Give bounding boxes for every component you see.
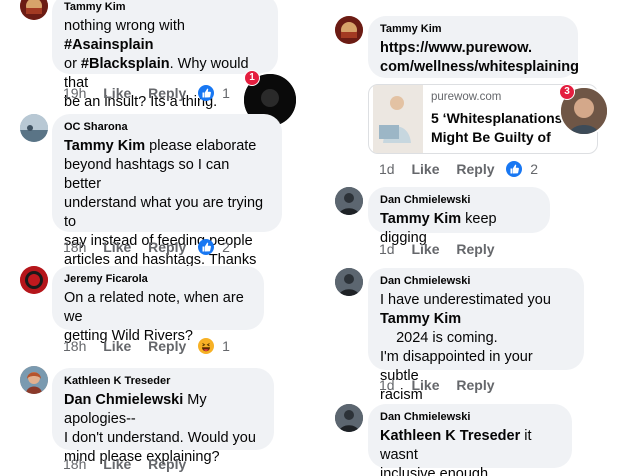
like-button[interactable]: Like	[411, 161, 439, 177]
notification-badge: 3	[559, 84, 575, 100]
avatar[interactable]	[20, 0, 48, 20]
comment-bubble: Dan Chmielewski Tammy Kim keep digging	[368, 187, 550, 246]
reply-button[interactable]: Reply	[148, 456, 186, 472]
reply-button[interactable]: Reply	[456, 161, 494, 177]
comment-actions: 18h Like Reply 2	[63, 238, 230, 256]
comment-bubble: Tammy Kim https://www.purewow. com/welln…	[368, 16, 579, 78]
like-reaction-icon[interactable]	[198, 85, 215, 102]
reaction-count: 2	[530, 161, 539, 178]
comment-actions: 18h Like Reply 1	[63, 337, 230, 355]
reaction-count: 1	[222, 338, 230, 355]
avatar[interactable]	[335, 404, 363, 432]
comment-author[interactable]: Dan Chmielewski	[380, 411, 560, 424]
comment-text: https://www.purewow. com/wellness/whites…	[380, 39, 579, 77]
comment-actions: 19h Like Reply 1	[63, 84, 230, 102]
comment-actions: 1d Like Reply	[379, 240, 508, 257]
comment-bubble: Tammy Kim nothing wrong with #Asainsplai…	[52, 0, 278, 110]
reaction-count: 1	[222, 85, 230, 102]
haha-reaction-icon[interactable]	[198, 338, 215, 355]
comment-bubble: Kathleen K Treseder Dan Chmielewski My a…	[52, 368, 274, 465]
reply-button[interactable]: Reply	[148, 239, 186, 255]
comment-time[interactable]: 18h	[63, 239, 86, 255]
like-button[interactable]: Like	[103, 85, 131, 101]
comment-author[interactable]: Tammy Kim	[64, 1, 266, 14]
avatar[interactable]	[20, 266, 48, 294]
comment-author[interactable]: OC Sharona	[64, 121, 270, 134]
like-button[interactable]: Like	[411, 377, 439, 393]
avatar[interactable]	[335, 187, 363, 215]
hashtag-link[interactable]: #Blacksplain	[81, 56, 170, 72]
comment-time[interactable]: 1d	[379, 241, 395, 257]
mention-link[interactable]: Tammy Kim	[380, 311, 461, 327]
reaction-count: 2	[222, 239, 230, 256]
comment-actions: 1d Like Reply 2	[379, 160, 539, 178]
like-button[interactable]: Like	[103, 338, 131, 354]
comment-bubble: Dan Chmielewski Kathleen K Treseder it w…	[368, 404, 572, 476]
like-reaction-icon[interactable]	[506, 161, 523, 178]
comment-author[interactable]: Kathleen K Treseder	[64, 375, 262, 388]
mention-link[interactable]: Dan Chmielewski	[64, 392, 183, 408]
avatar[interactable]	[335, 268, 363, 296]
comment-bubble: Jeremy Ficarola On a related note, when …	[52, 266, 264, 344]
avatar[interactable]	[335, 16, 363, 44]
comment-time[interactable]: 1d	[379, 377, 395, 393]
notification-badge: 1	[244, 70, 260, 86]
avatar[interactable]	[20, 114, 48, 142]
avatar[interactable]	[20, 366, 48, 394]
reply-button[interactable]: Reply	[148, 85, 186, 101]
reply-button[interactable]: Reply	[456, 377, 494, 393]
mention-link[interactable]: Tammy Kim	[64, 138, 145, 154]
reply-button[interactable]: Reply	[456, 241, 494, 257]
like-reaction-icon[interactable]	[198, 239, 215, 256]
mention-link[interactable]: Kathleen K Treseder	[380, 428, 520, 444]
like-button[interactable]: Like	[103, 456, 131, 472]
comment-bubble: Dan Chmielewski I have underestimated yo…	[368, 268, 584, 403]
comment-author[interactable]: Dan Chmielewski	[380, 275, 572, 288]
url-link[interactable]: com/wellness/whitesplaining	[380, 59, 579, 75]
mention-link[interactable]: Tammy Kim	[380, 211, 461, 227]
reply-button[interactable]: Reply	[148, 338, 186, 354]
link-preview-thumbnail	[373, 85, 423, 153]
comment-time[interactable]: 1d	[379, 161, 395, 177]
link-domain: purewow.com	[431, 91, 502, 103]
comment-actions: 1d Like Reply	[379, 376, 508, 393]
comment-author[interactable]: Tammy Kim	[380, 23, 566, 36]
comment-author[interactable]: Dan Chmielewski	[380, 194, 538, 207]
url-link[interactable]: https://www.purewow.	[380, 40, 532, 56]
like-button[interactable]: Like	[411, 241, 439, 257]
comment-time[interactable]: 18h	[63, 338, 86, 354]
comment-author[interactable]: Jeremy Ficarola	[64, 273, 252, 286]
hashtag-link[interactable]: #Asainsplain	[64, 37, 153, 53]
comment-time[interactable]: 19h	[63, 85, 86, 101]
comment-time[interactable]: 18h	[63, 456, 86, 472]
link-title: 5 ‘Whitesplanations Might Be Guilty of	[431, 110, 563, 145]
comment-actions: 18h Like Reply	[63, 455, 199, 472]
comment-bubble: OC Sharona Tammy Kim please elaborate be…	[52, 114, 282, 268]
like-button[interactable]: Like	[103, 239, 131, 255]
comment-text: Kathleen K Treseder it wasnt inclusive e…	[380, 428, 532, 476]
